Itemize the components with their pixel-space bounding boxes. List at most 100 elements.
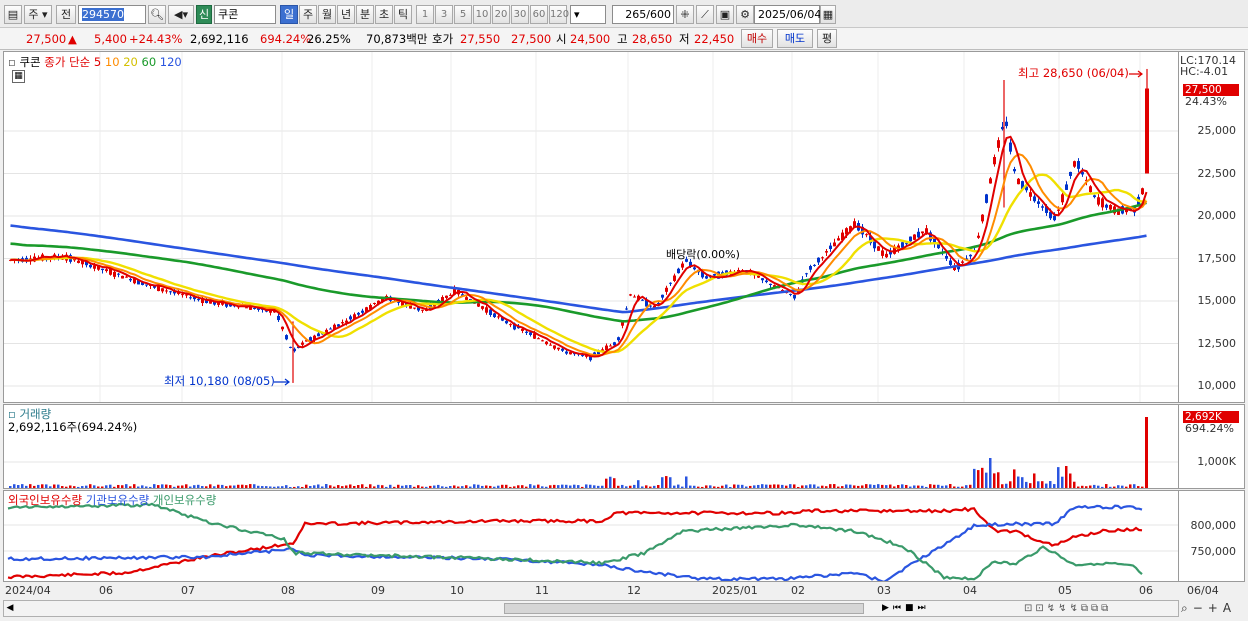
volume-bar (929, 484, 932, 488)
indiv-label: 개인보유수량 (152, 493, 217, 507)
draw-icon[interactable]: ⟋ (696, 5, 714, 24)
interval-tab[interactable]: 10 (473, 5, 491, 24)
volume-bar (637, 480, 640, 488)
volume-bar (561, 484, 564, 488)
volume-bar (141, 485, 144, 488)
stock-name-field[interactable]: 쿠콘 (214, 5, 276, 24)
interval-tab[interactable]: 30 (511, 5, 529, 24)
volume-bar (269, 486, 272, 488)
average-button[interactable]: 평 (817, 29, 837, 48)
stock-code-input[interactable]: 294570 (78, 5, 146, 24)
volume-bar (749, 485, 752, 488)
search-icon[interactable]: 🔍︎ (148, 5, 166, 24)
period-tab[interactable]: 주 (299, 5, 317, 24)
volume-bar (457, 486, 460, 488)
volume-bar (289, 486, 292, 488)
volume-bar (753, 485, 756, 488)
candle (129, 278, 132, 282)
candle (329, 327, 332, 330)
speaker-icon[interactable]: ◀▾ (168, 5, 194, 24)
scroll-thumb[interactable] (504, 603, 864, 614)
volume-bar (173, 486, 176, 488)
volume-bar (1049, 481, 1052, 488)
interval-tab[interactable]: 5 (454, 5, 472, 24)
period-tab[interactable]: 월 (318, 5, 336, 24)
interval-tab[interactable]: 20 (492, 5, 510, 24)
volume-bar (533, 485, 536, 488)
volume-bar (501, 484, 504, 488)
date-field[interactable]: 2025/06/04 (754, 5, 821, 24)
period-tab[interactable]: 분 (356, 5, 374, 24)
volume-bar (917, 485, 920, 488)
volume-bar (697, 486, 700, 488)
ask-price-2: 27,500 (511, 32, 552, 46)
volume-bar (445, 486, 448, 488)
volume-bar (405, 485, 408, 488)
volume-bar (217, 484, 220, 488)
volume-bar (1137, 486, 1140, 488)
sell-button[interactable]: 매도 (777, 29, 813, 48)
horizontal-scrollbar[interactable]: ◀ ▶⏮■⏭ ⊡⊡↯↯↯⧉⧉⧉ (3, 600, 1179, 617)
interval-dropdown[interactable]: ▾ (570, 5, 606, 24)
buy-button[interactable]: 매수 (741, 29, 773, 48)
table-icon[interactable]: ▦ (12, 70, 25, 83)
volume-bar (41, 484, 44, 488)
volume-bar (25, 485, 28, 488)
volume-bar (265, 486, 268, 488)
calendar-icon[interactable]: ▦ (820, 5, 836, 24)
volume-bar (461, 486, 464, 488)
volume-bar (329, 485, 332, 488)
volume-tag-pct: 694.24% (1185, 422, 1234, 435)
y-tick: 20,000 (1197, 209, 1237, 222)
mode1-select[interactable]: 주 ▾ (24, 5, 52, 24)
mode1-label: 주 (28, 8, 39, 21)
scroll-left-icon[interactable]: ◀ (4, 601, 16, 616)
volume-bar (489, 485, 492, 488)
mode2-button[interactable]: 전 (56, 5, 76, 24)
interval-tab[interactable]: 1 (416, 5, 434, 24)
quote-amount: 70,873백만 (366, 32, 428, 46)
period-tab[interactable]: 일 (280, 5, 298, 24)
volume-chart[interactable] (4, 405, 1178, 488)
period-tab[interactable]: 초 (375, 5, 393, 24)
volume-bar (549, 485, 552, 488)
volume-bar (373, 486, 376, 488)
gear-icon[interactable]: ⚙ (736, 5, 754, 24)
candle (641, 299, 644, 301)
volume-bar (893, 486, 896, 488)
volume-bar (669, 477, 672, 488)
price-chart[interactable] (4, 52, 1178, 402)
volume-bar (1085, 486, 1088, 488)
bar-count-field[interactable]: 265/600 (612, 5, 674, 24)
volume-bar (441, 486, 444, 488)
volume-bar (581, 486, 584, 488)
interval-tab[interactable]: 3 (435, 5, 453, 24)
candle (881, 247, 884, 259)
quote-volume: 2,692,116 (190, 32, 249, 46)
zoom-controls[interactable]: ⌕−+A (1181, 601, 1247, 617)
candle (1093, 194, 1096, 199)
volume-bar (45, 484, 48, 488)
volume-bar (453, 485, 456, 488)
candle (145, 284, 148, 287)
volume-bar (773, 484, 776, 488)
volume-bar (53, 484, 56, 488)
holdings-axis: 800,000 750,000 (1179, 490, 1245, 582)
volume-bar (641, 486, 644, 488)
period-tab[interactable]: 년 (337, 5, 355, 24)
layout-icon[interactable]: ▤ (4, 5, 22, 24)
high-price: 28,650 (632, 32, 673, 46)
volume-bar (309, 485, 312, 488)
interval-tab[interactable]: 60 (530, 5, 548, 24)
ma120-line (10, 224, 1147, 314)
candle (989, 176, 992, 184)
volume-bar (353, 486, 356, 488)
drawing-tools[interactable]: ⊡⊡↯↯↯⧉⧉⧉ (1024, 601, 1174, 616)
volume-bar (237, 484, 240, 488)
interval-tab[interactable]: 120 (549, 5, 569, 24)
period-tab[interactable]: 틱 (394, 5, 412, 24)
crosshair-icon[interactable]: ⁜ (676, 5, 694, 24)
playback-controls[interactable]: ▶⏮■⏭ (882, 601, 962, 616)
save-icon[interactable]: ▣ (716, 5, 734, 24)
volume-bar (361, 484, 364, 488)
